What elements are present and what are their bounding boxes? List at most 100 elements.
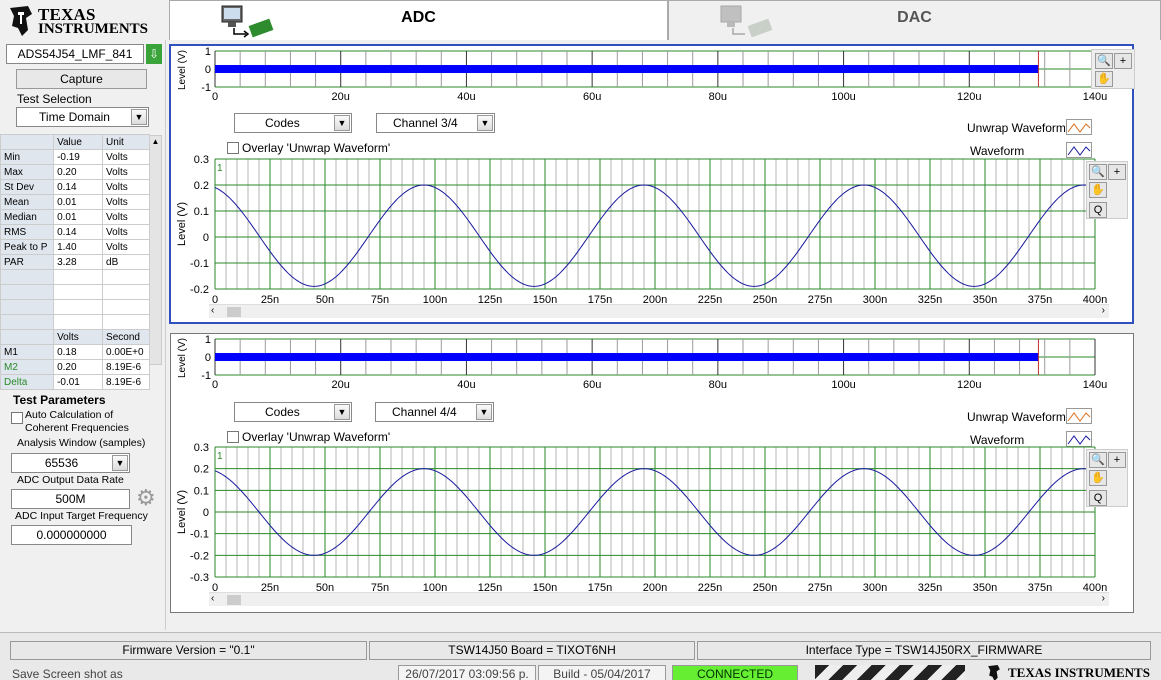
auto-calc-label-1: Auto Calculation of — [25, 409, 114, 421]
stats-row: Max 0.20 Volts — [0, 164, 150, 180]
empty-cell — [102, 299, 150, 315]
crosshair-icon[interactable]: + — [1114, 53, 1132, 69]
connection-status: CONNECTED — [672, 665, 798, 680]
test-params-label: Test Parameters — [13, 393, 106, 407]
y-tick-label: -0.3 — [190, 572, 209, 584]
x-tick-label: 140u — [1083, 91, 1107, 103]
stats-row: Value Unit — [0, 134, 150, 150]
empty-cell — [53, 314, 104, 330]
stats-row: Mean 0.01 Volts — [0, 194, 150, 210]
waveform-chart-2[interactable]: 0.30.20.10-0.1-0.2-0.30 25n 50n 75n 100n 125n… — [171, 442, 1116, 594]
overlay-checkbox-1[interactable] — [227, 142, 239, 154]
stats-header: Unit — [102, 134, 150, 150]
save-screenshot-label[interactable]: Save Screen shot as — [12, 667, 123, 680]
x-tick-label: 120u — [957, 91, 981, 103]
device-select[interactable]: ADS54J54_LMF_841 — [6, 44, 144, 64]
stat-value: 0.14 — [53, 224, 104, 240]
zoom-icon[interactable]: 🔍 — [1089, 452, 1107, 468]
codes-label-1: Codes — [265, 116, 300, 130]
stats-row: Peak to P 1.40 Volts — [0, 239, 150, 255]
stats-scrollbar[interactable]: ▲ — [149, 135, 162, 365]
graph-palette-bottom-2: 🔍 + ✋ Q — [1086, 449, 1128, 507]
input-freq-label: ADC Input Target Frequency — [15, 510, 148, 522]
capture-button[interactable]: Capture — [16, 69, 147, 89]
x-tick-label: 100u — [831, 379, 855, 391]
channel-dropdown-1[interactable]: Channel 3/4 ▼ — [376, 113, 495, 133]
x-tick-label: 0 — [212, 91, 218, 103]
ti-logo-icon — [10, 6, 32, 36]
marker-header — [0, 329, 55, 345]
empty-cell — [0, 284, 55, 300]
stat-unit: Volts — [102, 179, 150, 195]
graph-palette-bottom-1: 🔍 + ✋ Q — [1086, 161, 1128, 219]
channel-label-2: Channel 4/4 — [392, 405, 457, 419]
waveform-chart-1[interactable]: 0.30.20.10-0.1-0.20 25n 50n 75n 100n 125n 150n… — [171, 154, 1116, 306]
empty-cell — [102, 284, 150, 300]
tab-dac-label: DAC — [897, 9, 932, 26]
y-tick-label: -1 — [201, 370, 211, 382]
stat-unit: Volts — [102, 239, 150, 255]
x-tick-label: 140u — [1083, 379, 1107, 391]
stat-name: Peak to P — [0, 239, 55, 255]
overview-chart-1[interactable]: 10-10 20u 40u 60u 80u 100u 120u 140uLevel (V) — [171, 46, 1116, 112]
pan-hand-icon[interactable]: ✋ — [1095, 71, 1113, 87]
marker-volts: -0.01 — [53, 374, 104, 390]
stats-table: Value Unit Min -0.19 Volts Max 0.20 Volts St Dev… — [0, 134, 150, 390]
legend-unwrap-swatch-2 — [1066, 408, 1092, 424]
h-scrollbar-1[interactable]: ‹ › — [209, 304, 1109, 318]
datetime: 26/07/2017 03:09:56 p. — [398, 665, 536, 680]
tab-dac[interactable]: DAC — [668, 0, 1161, 40]
marker-volts: 0.18 — [53, 344, 104, 360]
y-tick-label: -0.1 — [190, 258, 209, 270]
y-tick-label: 0.3 — [194, 154, 209, 166]
marker-name: Delta — [0, 374, 55, 390]
stat-unit: Volts — [102, 164, 150, 180]
footer-brand: TEXAS INSTRUMENTS — [1008, 665, 1150, 680]
pan-hand-icon[interactable]: ✋ — [1089, 470, 1107, 486]
empty-cell — [0, 314, 55, 330]
y-tick-label: 1 — [205, 334, 211, 346]
tab-adc[interactable]: ADC — [169, 0, 668, 40]
h-scrollbar-2[interactable]: ‹ › — [209, 592, 1109, 606]
marker-header: Second — [102, 329, 150, 345]
overview-chart-2[interactable]: 10-10 20u 40u 60u 80u 100u 120u 140uLevel (V) — [171, 334, 1116, 400]
zoom-select-icon[interactable]: Q — [1089, 202, 1107, 218]
ti-logo-small-icon — [988, 665, 1000, 680]
crosshair-icon[interactable]: + — [1108, 452, 1126, 468]
stat-name: St Dev — [0, 179, 55, 195]
x-tick-label: 60u — [583, 379, 601, 391]
crosshair-icon[interactable]: + — [1108, 164, 1126, 180]
stat-unit: Volts — [102, 149, 150, 165]
stat-unit: Volts — [102, 209, 150, 225]
codes-dropdown-1[interactable]: Codes ▼ — [234, 113, 352, 133]
auto-calc-label-2: Coherent Frequencies — [25, 422, 129, 434]
test-selection-dropdown[interactable]: Time Domain ▼ — [16, 107, 149, 127]
input-freq-input[interactable]: 0.000000000 — [11, 525, 132, 545]
gear-icon[interactable]: ⚙ — [136, 487, 158, 509]
pan-hand-icon[interactable]: ✋ — [1089, 182, 1107, 198]
x-tick-label: 100u — [831, 91, 855, 103]
empty-cell — [102, 314, 150, 330]
load-arrow-icon[interactable]: ⇩ — [146, 44, 162, 64]
empty-cell — [53, 299, 104, 315]
stats-row: M2 0.20 8.19E-6 — [0, 359, 150, 375]
marker-second: 8.19E-6 — [102, 359, 150, 375]
auto-calc-checkbox[interactable] — [11, 412, 23, 424]
status-bar: Firmware Version = "0.1" TSW14J50 Board … — [0, 632, 1161, 680]
zoom-select-icon[interactable]: Q — [1089, 490, 1107, 506]
y-tick-label: -0.2 — [190, 284, 209, 296]
x-tick-label: 120u — [957, 379, 981, 391]
output-rate-input[interactable]: 500M — [11, 489, 130, 509]
y-tick-label: 0.1 — [194, 206, 209, 218]
left-panel: ADS54J54_LMF_841 ⇩ Capture Test Selectio… — [0, 40, 166, 630]
stat-value: 0.20 — [53, 164, 104, 180]
channel-dropdown-2[interactable]: Channel 4/4 ▼ — [375, 402, 494, 422]
y-tick-label: 0 — [203, 232, 209, 244]
board-id: TSW14J50 Board = TIXOT6NH — [369, 641, 695, 660]
test-selection-label: Test Selection — [17, 92, 92, 106]
analysis-window-select[interactable]: 65536 ▼ — [11, 453, 130, 473]
zoom-icon[interactable]: 🔍 — [1089, 164, 1107, 180]
zoom-icon[interactable]: 🔍 — [1095, 53, 1113, 69]
x-tick-label: 40u — [457, 379, 475, 391]
codes-dropdown-2[interactable]: Codes ▼ — [234, 402, 352, 422]
